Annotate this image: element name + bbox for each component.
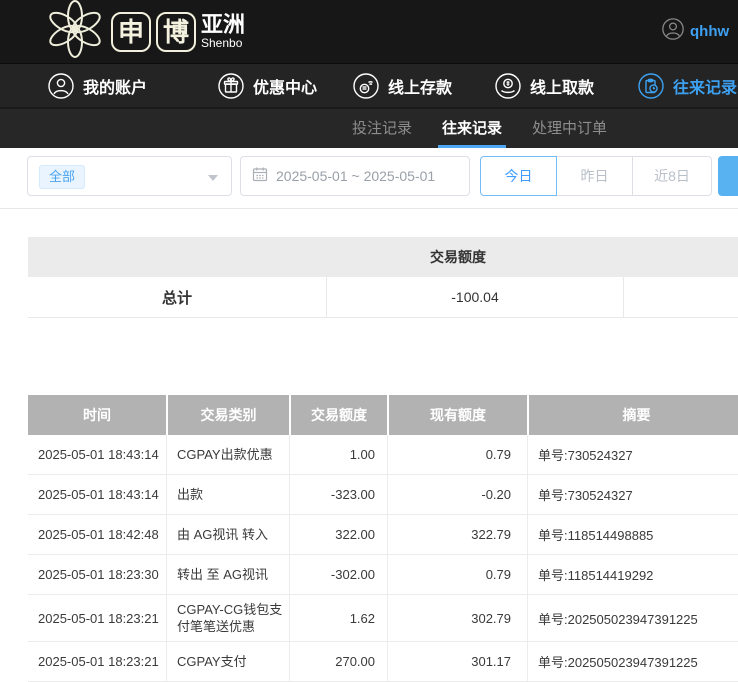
avatar-icon [662, 18, 684, 45]
col-header-note: 摘要 [527, 395, 738, 435]
chevron-down-icon [208, 175, 218, 181]
cell-note: 单号:730524327 [527, 475, 738, 514]
cell-amount: 322.00 [289, 515, 387, 554]
cell-time: 2025-05-01 18:43:14 [28, 475, 166, 514]
nav-item-my-account[interactable]: 我的账户 [48, 64, 147, 108]
filter-bar: 全部 2025-05-01 ~ 2025-05-01 今日 昨日 近8日 [0, 148, 738, 208]
search-button[interactable] [718, 156, 738, 196]
cell-note: 单号:730524327 [527, 435, 738, 474]
nav-label: 往来记录 [673, 74, 737, 98]
user-account[interactable]: qhhw [662, 0, 738, 63]
records-clipboard-icon [638, 73, 664, 99]
date-range-value: 2025-05-01 ~ 2025-05-01 [276, 168, 435, 184]
cell-balance: 322.79 [387, 515, 527, 554]
table-row: 2025-05-01 18:43:14 出款 -323.00 -0.20 单号:… [28, 475, 738, 515]
cell-note: 单号:118514498885 [527, 515, 738, 554]
table-row: 2025-05-01 18:43:14 CGPAY出款优惠 1.00 0.79 … [28, 435, 738, 475]
date-range-input[interactable]: 2025-05-01 ~ 2025-05-01 [240, 156, 470, 196]
logo-char-shen: 申 [111, 12, 151, 52]
last-8-days-button[interactable]: 近8日 [632, 156, 712, 196]
cell-note: 单号:202505023947391225 [527, 642, 738, 681]
logo-char-bo: 博 [156, 12, 196, 52]
col-header-balance: 现有额度 [387, 395, 527, 435]
col-header-amount: 交易额度 [289, 395, 387, 435]
nav-label: 线上取款 [530, 74, 594, 98]
tab-pending-orders[interactable]: 处理中订单 [532, 109, 607, 148]
logo-region-label: 亚洲 [201, 14, 245, 36]
type-select-tag[interactable]: 全部 [39, 165, 85, 189]
cell-amount: 1.00 [289, 435, 387, 474]
tab-transaction-records[interactable]: 往来记录 [442, 109, 502, 148]
brand-logo[interactable]: 申 博 亚洲 Shenbo [44, 0, 245, 63]
user-icon [48, 73, 74, 99]
logo-subtitle: Shenbo [201, 36, 245, 50]
tab-betting-records[interactable]: 投注记录 [352, 109, 412, 148]
cell-balance: -0.20 [387, 475, 527, 514]
nav-label: 线上存款 [388, 74, 452, 98]
cell-amount: -302.00 [289, 555, 387, 594]
quick-date-buttons: 今日 昨日 近8日 [480, 156, 712, 196]
cell-time: 2025-05-01 18:42:48 [28, 515, 166, 554]
cell-type: 出款 [166, 475, 289, 514]
top-header: 申 博 亚洲 Shenbo qhhw [0, 0, 738, 63]
cell-time: 2025-05-01 18:23:30 [28, 555, 166, 594]
cell-balance: 302.79 [387, 595, 527, 641]
cell-time: 2025-05-01 18:43:14 [28, 435, 166, 474]
flower-logo-icon [44, 0, 106, 63]
col-header-type: 交易类别 [166, 395, 289, 435]
cell-amount: 270.00 [289, 642, 387, 681]
cell-type: CGPAY支付 [166, 642, 289, 681]
cell-amount: -323.00 [289, 475, 387, 514]
cell-type: 转出 至 AG视讯 [166, 555, 289, 594]
deposit-coin-icon [353, 73, 379, 99]
summary-header: 交易额度 [28, 237, 738, 277]
cell-type: 由 AG视讯 转入 [166, 515, 289, 554]
cell-note: 单号:118514419292 [527, 555, 738, 594]
nav-item-transaction-records[interactable]: 往来记录 [638, 64, 737, 108]
nav-item-withdraw[interactable]: 线上取款 [495, 64, 594, 108]
cell-amount: 1.62 [289, 595, 387, 641]
summary-total-label: 总计 [28, 277, 326, 317]
nav-label: 我的账户 [83, 74, 147, 98]
summary-table: 交易额度 总计 -100.04 [28, 237, 738, 318]
username-text: qhhw [690, 23, 729, 40]
yesterday-button[interactable]: 昨日 [556, 156, 633, 196]
calendar-icon [252, 166, 268, 187]
withdraw-coin-icon [495, 73, 521, 99]
transactions-table: 时间 交易类别 交易额度 现有额度 摘要 .tx-head .cw1{justi… [28, 395, 738, 682]
today-button[interactable]: 今日 [480, 156, 557, 196]
cell-balance: 0.79 [387, 435, 527, 474]
tab-row: 投注记录 往来记录 处理中订单 [352, 109, 607, 148]
nav-item-promotions[interactable]: 优惠中心 [218, 64, 317, 108]
table-row: 2025-05-01 18:42:48 由 AG视讯 转入 322.00 322… [28, 515, 738, 555]
divider [0, 208, 738, 209]
summary-empty-cell [623, 277, 738, 317]
cell-time: 2025-05-01 18:23:21 [28, 595, 166, 641]
table-row: 2025-05-01 18:23:21 CGPAY-CG钱包支付笔笔送优惠 1.… [28, 595, 738, 642]
cell-note: 单号:202505023947391225 [527, 595, 738, 641]
col-header-time: 时间 [28, 395, 166, 435]
table-row: 2025-05-01 18:23:30 转出 至 AG视讯 -302.00 0.… [28, 555, 738, 595]
nav-label: 优惠中心 [253, 74, 317, 98]
transactions-table-header: 时间 交易类别 交易额度 现有额度 摘要 [28, 395, 738, 435]
gift-icon [218, 73, 244, 99]
summary-total-value: -100.04 [326, 277, 623, 317]
table-row: 2025-05-01 18:23:21 CGPAY支付 270.00 301.1… [28, 642, 738, 682]
type-select[interactable]: 全部 [27, 156, 232, 196]
cell-type: CGPAY-CG钱包支付笔笔送优惠 [166, 595, 289, 641]
nav-item-deposit[interactable]: 线上存款 [353, 64, 452, 108]
summary-row: 总计 -100.04 [28, 277, 738, 318]
cell-balance: 0.79 [387, 555, 527, 594]
cell-time: 2025-05-01 18:23:21 [28, 642, 166, 681]
cell-balance: 301.17 [387, 642, 527, 681]
sub-nav: 投注记录 往来记录 处理中订单 [0, 107, 738, 148]
cell-type: CGPAY出款优惠 [166, 435, 289, 474]
main-nav: 我的账户 优惠中心 线上存款 [0, 63, 738, 107]
